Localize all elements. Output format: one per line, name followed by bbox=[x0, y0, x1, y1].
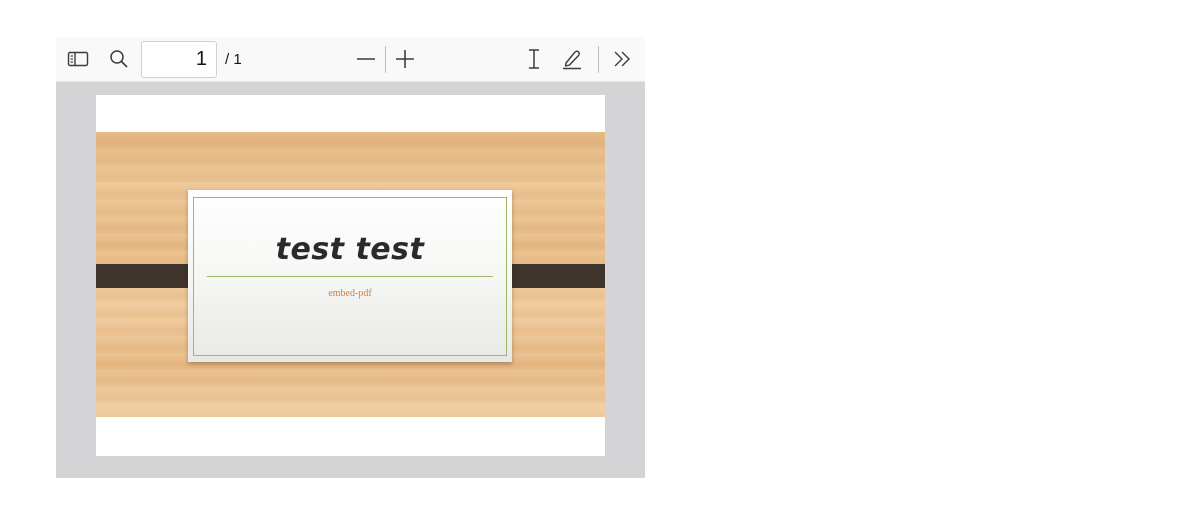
pdf-page: test test embed-pdf bbox=[96, 95, 605, 456]
plus-icon bbox=[395, 49, 415, 69]
more-tools-button[interactable] bbox=[606, 43, 638, 75]
text-select-button[interactable] bbox=[518, 43, 550, 75]
minus-icon bbox=[356, 49, 376, 69]
slide-subtitle: embed-pdf bbox=[328, 288, 372, 299]
page-count-label: / 1 bbox=[225, 51, 242, 68]
sidebar-toggle-button[interactable] bbox=[62, 43, 94, 75]
pdf-toolbar: / 1 bbox=[56, 37, 645, 82]
page-number-input[interactable] bbox=[141, 41, 217, 78]
title-card: test test embed-pdf bbox=[188, 190, 512, 362]
sidebar-toggle-icon bbox=[67, 50, 89, 68]
pen-icon bbox=[561, 48, 583, 70]
zoom-separator bbox=[385, 46, 386, 73]
text-cursor-icon bbox=[526, 48, 542, 70]
right-strap bbox=[501, 264, 605, 288]
double-chevron-right-icon bbox=[612, 49, 632, 69]
draw-button[interactable] bbox=[556, 43, 588, 75]
slide-title: test test bbox=[275, 232, 425, 267]
slide-background: test test embed-pdf bbox=[96, 132, 605, 417]
zoom-in-button[interactable] bbox=[389, 43, 421, 75]
pdf-viewer: / 1 bbox=[56, 37, 645, 478]
search-icon bbox=[109, 49, 129, 69]
card-divider bbox=[207, 276, 493, 277]
zoom-out-button[interactable] bbox=[350, 43, 382, 75]
find-button[interactable] bbox=[103, 43, 135, 75]
tools-separator bbox=[598, 46, 599, 73]
left-strap bbox=[96, 264, 199, 288]
